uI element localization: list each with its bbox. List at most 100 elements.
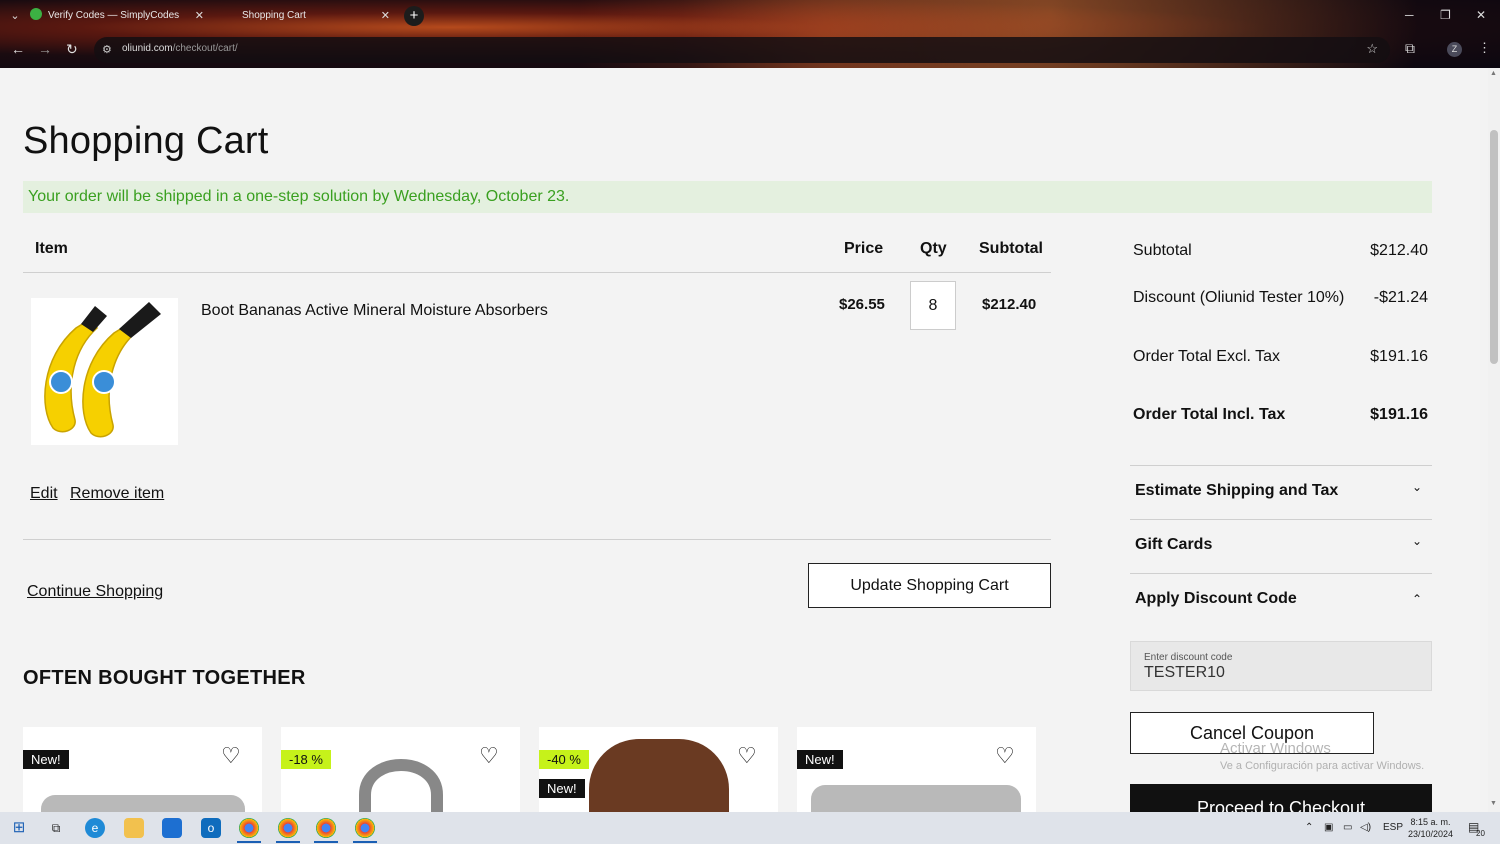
tray-volume-icon[interactable]: ◁) — [1360, 822, 1371, 833]
summary-discount-value: -$21.24 — [1373, 289, 1428, 306]
page-content: Shopping Cart Your order will be shipped… — [0, 68, 1488, 812]
product-card[interactable]: New! ♡ — [23, 727, 262, 812]
shipping-notice: Your order will be shipped in a one-step… — [23, 181, 1432, 213]
address-bar[interactable]: ⚙ oliunid.com/checkout/cart/ ☆ — [94, 37, 1390, 63]
profile-avatar[interactable]: Z — [1447, 42, 1462, 57]
often-bought-title: OFTEN BOUGHT TOGETHER — [23, 667, 306, 689]
quantity-input[interactable]: 8 — [910, 281, 956, 330]
column-item: Item — [35, 240, 68, 257]
close-tab-icon[interactable]: ✕ — [195, 4, 204, 28]
column-qty: Qty — [920, 240, 947, 257]
edge-icon[interactable]: e — [85, 818, 105, 838]
chevron-down-icon: ⌄ — [1411, 480, 1422, 494]
scroll-up-icon[interactable]: ▲ — [1490, 70, 1497, 77]
bookmark-star-icon[interactable]: ☆ — [1366, 41, 1378, 57]
new-badge: New! — [23, 750, 69, 769]
active-indicator — [353, 841, 377, 843]
windows-taskbar: ⊞ ⧉ e o ⌃ ▣ ▭ ◁) ESP 8:15 a. m. 23/10/20… — [0, 812, 1500, 844]
close-window-icon[interactable]: ✕ — [1476, 8, 1486, 22]
tray-network-icon[interactable]: ▣ — [1324, 822, 1333, 833]
continue-shopping-link[interactable]: Continue Shopping — [27, 583, 163, 601]
summary-subtotal-value: $212.40 — [1370, 242, 1428, 259]
windows-start-icon[interactable]: ⊞ — [9, 818, 29, 838]
page-scrollbar[interactable]: ▲ ▼ — [1488, 68, 1500, 812]
carabiner-thumbnail — [359, 759, 443, 812]
accordion-title: Estimate Shipping and Tax — [1135, 482, 1339, 499]
chrome-icon[interactable] — [239, 818, 259, 838]
watermark-subtitle: Ve a Configuración para activar Windows. — [1220, 760, 1425, 772]
product-card[interactable]: New! ♡ — [797, 727, 1036, 812]
product-image[interactable] — [31, 298, 178, 445]
jacket-thumbnail — [589, 739, 729, 812]
reload-icon[interactable]: ↻ — [66, 41, 78, 58]
chrome-icon[interactable] — [316, 818, 336, 838]
divider — [23, 539, 1051, 540]
product-name[interactable]: Boot Bananas Active Mineral Moisture Abs… — [201, 302, 548, 320]
chrome-icon[interactable] — [355, 818, 375, 838]
gift-cards-accordion[interactable]: Gift Cards ⌄ — [1130, 519, 1432, 573]
divider — [23, 272, 1051, 273]
discount-code-accordion[interactable]: Apply Discount Code ⌃ — [1130, 573, 1432, 627]
remove-item-link[interactable]: Remove item — [70, 485, 164, 503]
edit-item-link[interactable]: Edit — [30, 485, 58, 503]
taskbar-clock[interactable]: 8:15 a. m. 23/10/2024 — [1408, 816, 1453, 840]
tab-search-icon[interactable]: ⌄ — [6, 7, 24, 25]
column-subtotal: Subtotal — [979, 240, 1043, 257]
wishlist-heart-icon[interactable]: ♡ — [221, 745, 241, 767]
product-thumbnail — [811, 785, 1021, 812]
item-subtotal: $212.40 — [982, 296, 1037, 313]
watermark-title: Activar Windows — [1220, 740, 1331, 757]
close-tab-icon[interactable]: ✕ — [381, 4, 390, 28]
discount-code-input[interactable]: Enter discount code TESTER10 — [1130, 641, 1432, 691]
new-badge: New! — [797, 750, 843, 769]
accordion-title: Apply Discount Code — [1135, 590, 1297, 607]
wishlist-heart-icon[interactable]: ♡ — [737, 745, 757, 767]
outlook-icon[interactable]: o — [201, 818, 221, 838]
language-indicator[interactable]: ESP — [1383, 822, 1403, 833]
discount-field-label: Enter discount code — [1144, 652, 1233, 663]
tab-title: Shopping Cart — [242, 10, 306, 21]
tab-shopping-cart[interactable]: Shopping Cart ✕ — [234, 4, 396, 28]
product-card[interactable]: -40 % New! ♡ — [539, 727, 778, 812]
tab-strip: ⌄ Verify Codes — SimplyCodes ✕ Shopping … — [0, 0, 1500, 32]
browser-menu-icon[interactable]: ⋮ — [1478, 40, 1491, 56]
notifications-count: 20 — [1476, 829, 1485, 838]
estimate-shipping-accordion[interactable]: Estimate Shipping and Tax ⌄ — [1130, 465, 1432, 519]
scrollbar-thumb[interactable] — [1490, 130, 1498, 364]
tab-title: Verify Codes — SimplyCodes — [48, 10, 180, 21]
browser-toolbar: ← → ↻ ⚙ oliunid.com/checkout/cart/ ☆ — [0, 34, 1500, 66]
chevron-up-icon: ⌃ — [1411, 592, 1422, 606]
url-text: oliunid.com/checkout/cart/ — [122, 43, 238, 54]
update-cart-button[interactable]: Update Shopping Cart — [808, 563, 1051, 608]
summary-incl-tax-value: $191.16 — [1370, 406, 1428, 423]
task-view-icon[interactable]: ⧉ — [46, 818, 66, 838]
active-indicator — [314, 841, 338, 843]
tab-verify-codes[interactable]: Verify Codes — SimplyCodes ✕ — [30, 4, 210, 28]
page-title: Shopping Cart — [23, 120, 269, 162]
chrome-icon[interactable] — [278, 818, 298, 838]
tray-display-icon[interactable]: ▭ — [1343, 822, 1352, 833]
scroll-down-icon[interactable]: ▼ — [1490, 800, 1497, 807]
wishlist-heart-icon[interactable]: ♡ — [479, 745, 499, 767]
extensions-icon[interactable]: ⧉ — [1405, 40, 1415, 57]
discount-code-value: TESTER10 — [1144, 664, 1225, 681]
wishlist-heart-icon[interactable]: ♡ — [995, 745, 1015, 767]
product-thumbnail — [41, 795, 245, 812]
tray-chevron-up-icon[interactable]: ⌃ — [1305, 822, 1313, 833]
summary-excl-tax-value: $191.16 — [1370, 348, 1428, 365]
summary-incl-tax-label: Order Total Incl. Tax — [1133, 406, 1286, 423]
new-tab-button[interactable]: + — [404, 6, 424, 26]
product-card[interactable]: -18 % ♡ — [281, 727, 520, 812]
sale-badge: -40 % — [539, 750, 589, 769]
item-price: $26.55 — [839, 296, 885, 313]
clock-date: 23/10/2024 — [1408, 829, 1454, 839]
restore-icon[interactable]: ❐ — [1440, 8, 1451, 22]
file-explorer-icon[interactable] — [124, 818, 144, 838]
back-icon[interactable]: ← — [11, 41, 25, 57]
proceed-to-checkout-button[interactable]: Proceed to Checkout — [1130, 784, 1432, 812]
store-icon[interactable] — [162, 818, 182, 838]
minimize-icon[interactable]: ─ — [1405, 8, 1414, 22]
site-info-icon[interactable]: ⚙ — [102, 43, 116, 57]
forward-icon[interactable]: → — [38, 41, 52, 57]
browser-chrome: ⌄ Verify Codes — SimplyCodes ✕ Shopping … — [0, 0, 1500, 68]
